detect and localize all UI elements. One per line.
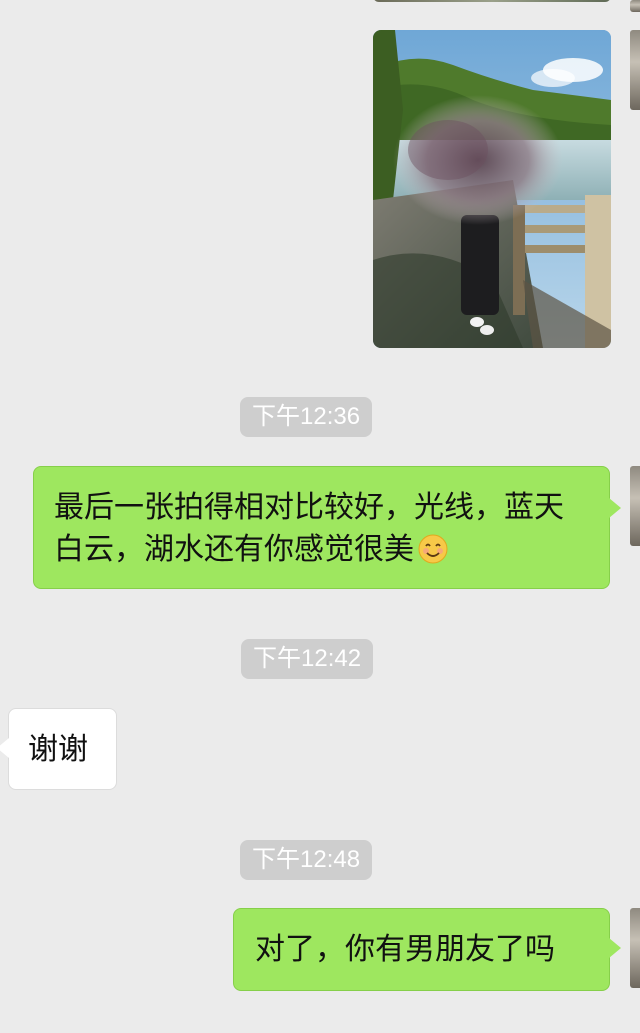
lake-photo <box>373 30 611 348</box>
my-avatar[interactable] <box>630 466 640 546</box>
bubble-tail <box>609 938 621 958</box>
timestamp: 下午12:48 <box>240 840 373 880</box>
previous-photo-message[interactable] <box>373 0 611 2</box>
message-text: 谢谢 <box>28 732 88 767</box>
chat-conversation[interactable]: 下午12:36 最后一张拍得相对比较好，光线，蓝天白云，湖水还有你感觉很美 下午… <box>0 0 640 1033</box>
message-text: 对了，你有男朋友了吗 <box>255 932 555 967</box>
bottom-edge <box>0 1016 640 1033</box>
message-text: 最后一张拍得相对比较好，光线，蓝天白云，湖水还有你感觉很美 <box>54 490 564 567</box>
timestamp: 下午12:42 <box>241 639 374 679</box>
my-avatar[interactable] <box>630 30 640 110</box>
bubble-tail <box>609 498 621 518</box>
received-message-bubble[interactable]: 谢谢 <box>8 708 117 790</box>
timestamp: 下午12:36 <box>240 397 373 437</box>
sent-message-bubble[interactable]: 最后一张拍得相对比较好，光线，蓝天白云，湖水还有你感觉很美 <box>33 466 610 589</box>
smiling-face-icon <box>418 534 448 564</box>
bubble-tail <box>0 738 9 758</box>
sent-message-bubble[interactable]: 对了，你有男朋友了吗 <box>233 908 610 991</box>
my-avatar[interactable] <box>630 908 640 988</box>
photo-message[interactable] <box>373 30 611 348</box>
my-avatar[interactable] <box>630 0 640 12</box>
